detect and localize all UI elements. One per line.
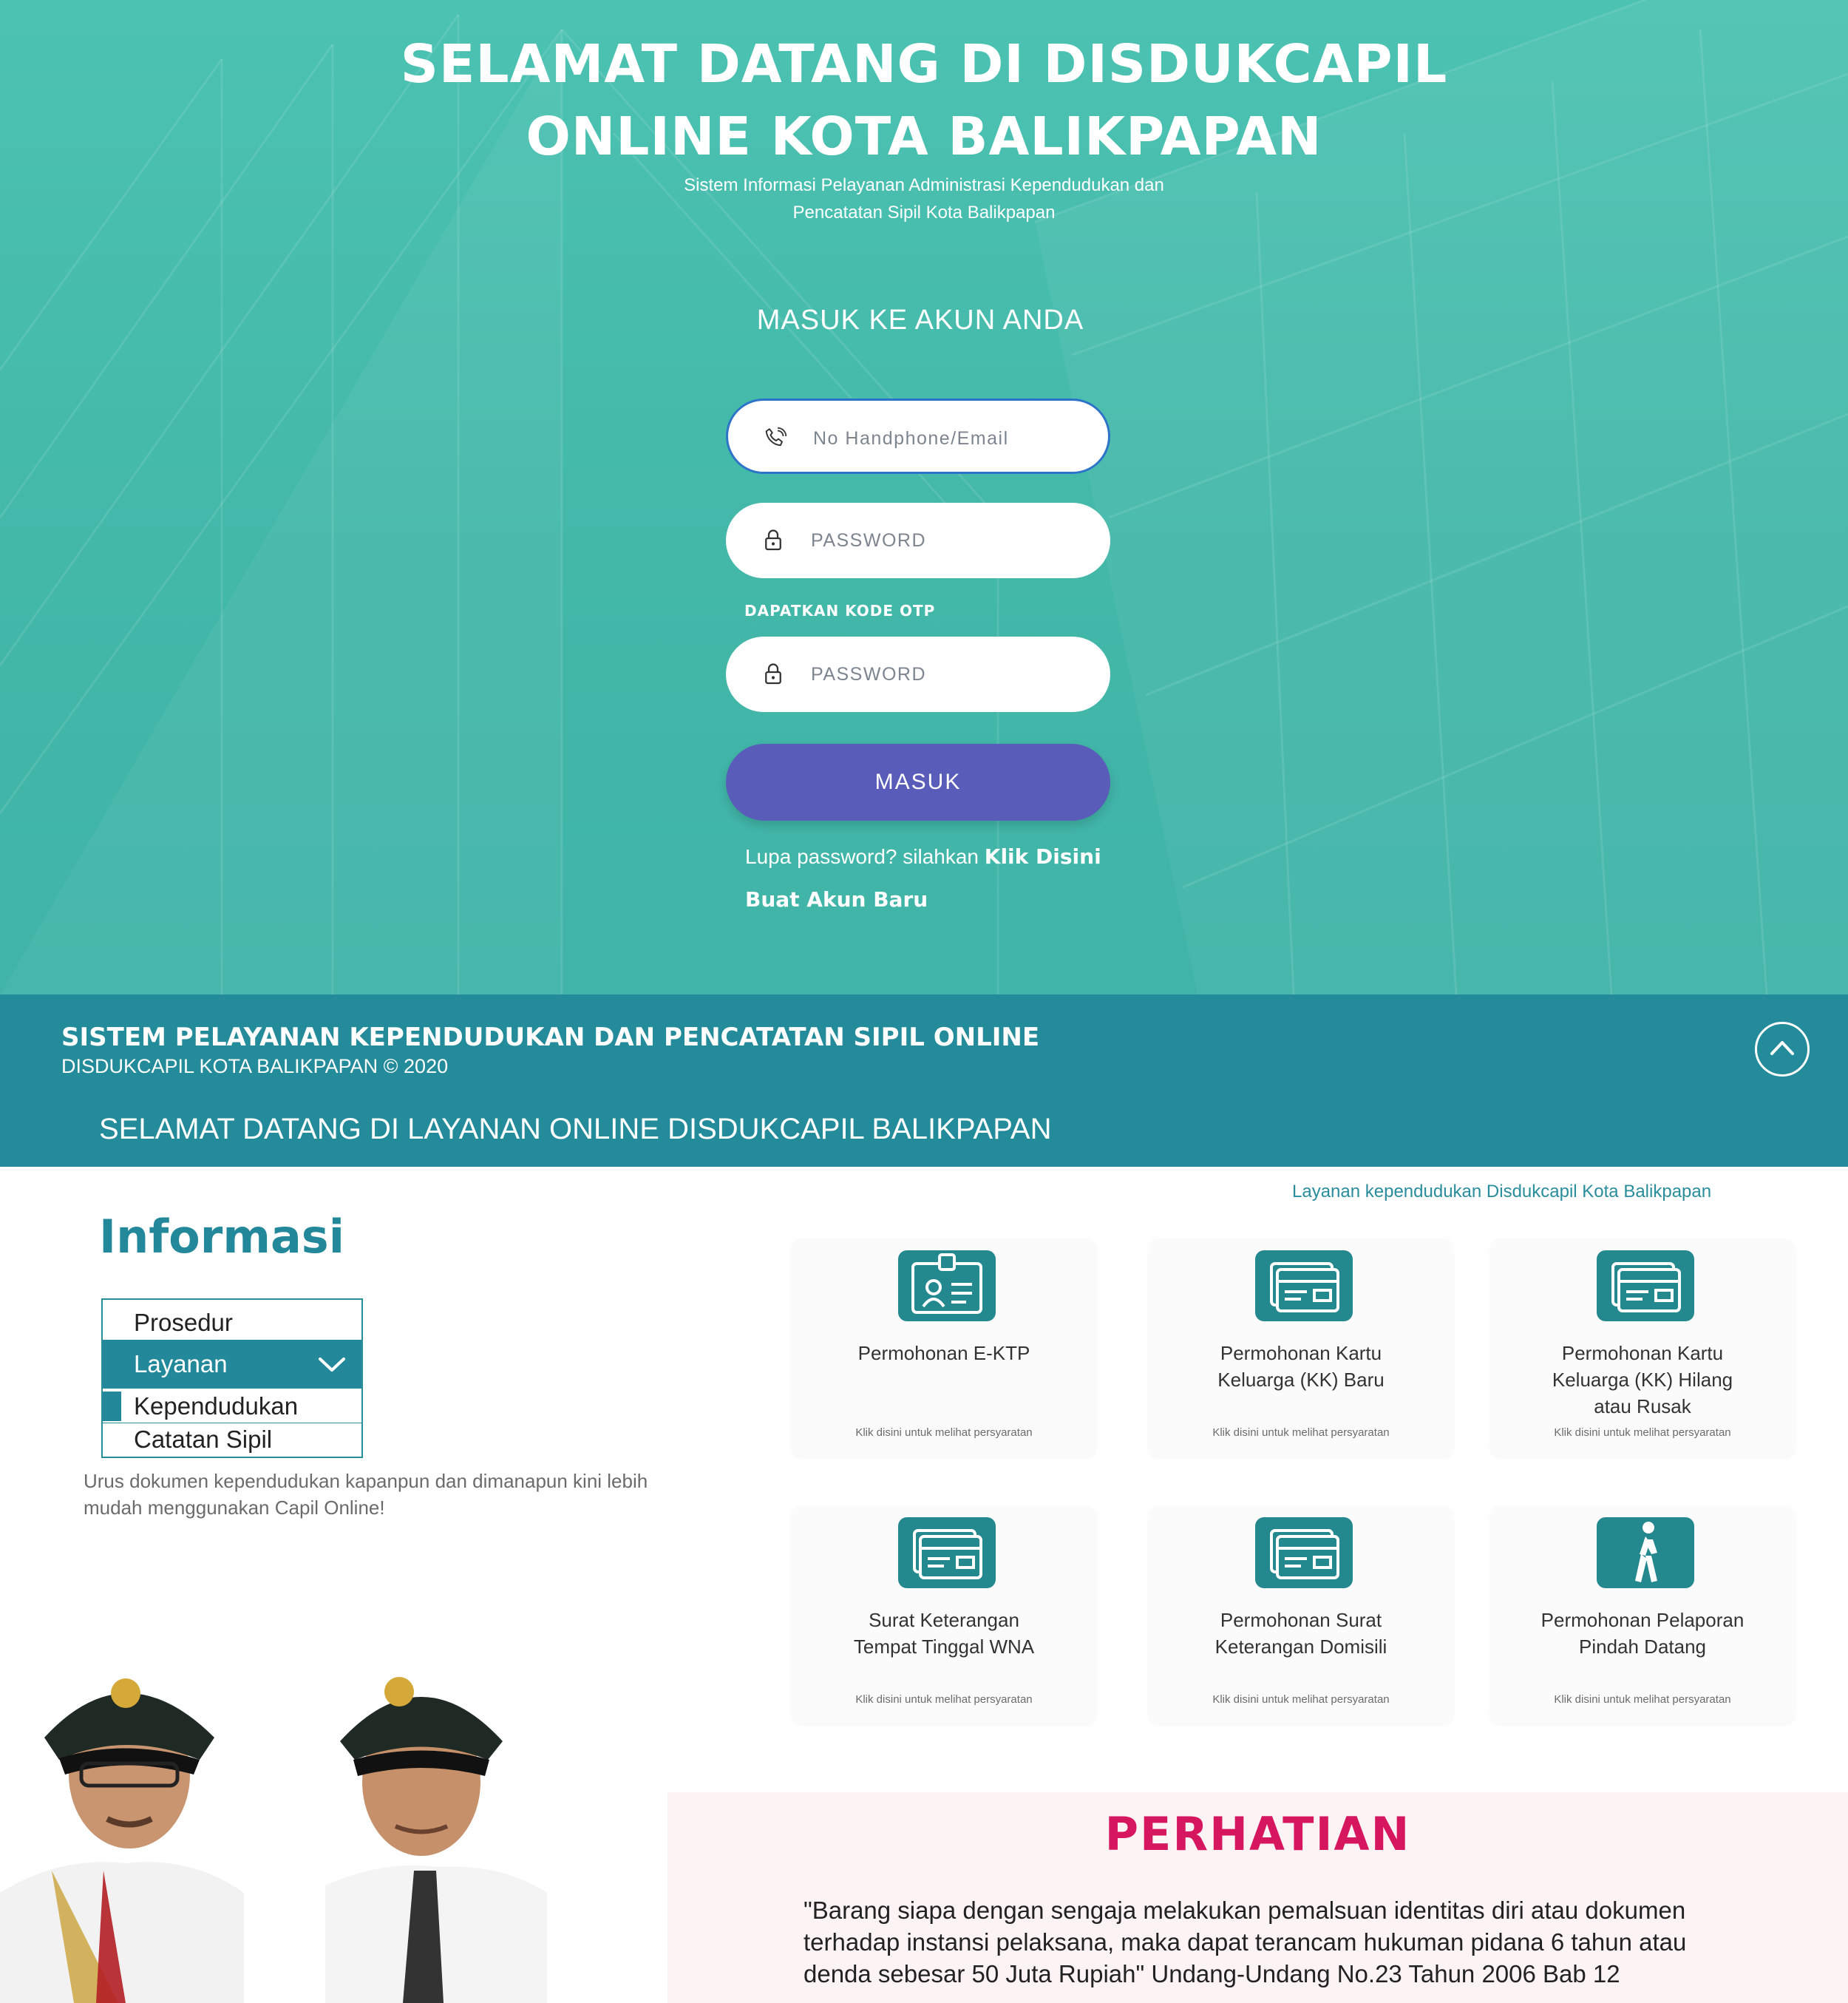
service-card-title-line-2: Tempat Tinggal WNA (853, 1636, 1035, 1658)
service-card-sktt-wna[interactable]: Surat Keterangan Tempat Tinggal WNA Klik… (792, 1505, 1096, 1724)
officials-photo (0, 1677, 547, 2003)
service-card-pindah-datang[interactable]: Permohonan Pelaporan Pindah Datang Klik … (1490, 1505, 1795, 1724)
menu-item-kependudukan[interactable]: Kependudukan (103, 1390, 361, 1423)
get-otp-link[interactable]: DAPATKAN KODE OTP (744, 602, 935, 620)
requirements-link[interactable]: Klik disini untuk melihat persyaratan (1490, 1426, 1795, 1439)
info-menu: Prosedur Layanan Kependudukan Catatan Si… (101, 1298, 363, 1458)
requirements-link[interactable]: Klik disini untuk melihat persyaratan (1490, 1693, 1795, 1706)
menu-item-prosedur[interactable]: Prosedur (103, 1303, 361, 1343)
official-1-figure (0, 1678, 244, 2003)
band-title: SISTEM PELAYANAN KEPENDUDUKAN DAN PENCAT… (61, 1023, 1040, 1052)
phone-email-placeholder: No Handphone/Email (813, 428, 1009, 449)
service-card-title-line-1: Permohonan Pelaporan (1540, 1609, 1745, 1631)
attention-text-line-1: "Barang siapa dengan sengaja melakukan p… (804, 1897, 1686, 1924)
requirements-link[interactable]: Klik disini untuk melihat persyaratan (792, 1693, 1096, 1706)
service-card-title-line-1: Permohonan Kartu (1220, 1342, 1382, 1364)
service-card-title: Permohonan Kartu Keluarga (KK) Hilang at… (1498, 1340, 1787, 1420)
service-card-title-line-2: Keluarga (KK) Baru (1217, 1369, 1385, 1391)
band-welcome-text: SELAMAT DATANG DI LAYANAN ONLINE DISDUKC… (99, 1113, 1052, 1145)
chevron-down-icon (319, 1358, 345, 1372)
login-heading: MASUK KE AKUN ANDA (756, 305, 1084, 336)
create-account-link[interactable]: Buat Akun Baru (745, 887, 928, 912)
service-card-title-line-2: Keterangan Domisili (1215, 1636, 1387, 1658)
service-card-ektp[interactable]: Permohonan E-KTP Klik disini untuk melih… (792, 1238, 1096, 1457)
menu-item-catatan-sipil[interactable]: Catatan Sipil (103, 1423, 361, 1456)
service-card-title-line-2: Pindah Datang (1578, 1636, 1707, 1658)
info-title: Informasi (99, 1210, 344, 1264)
band-copyright: DISDUKCAPIL KOTA BALIKPAPAN © 2020 (61, 1055, 449, 1077)
footer-band: SISTEM PELAYANAN KEPENDUDUKAN DAN PENCAT… (0, 994, 1848, 1167)
page-title-line-2: ONLINE KOTA BALIKPAPAN (526, 106, 1322, 167)
service-card-title: Permohonan E-KTP (799, 1340, 1089, 1366)
card-icon (1255, 1250, 1353, 1321)
info-description: Urus dokumen kependudukan kapanpun dan d… (84, 1470, 648, 1519)
service-card-title-line-1: Surat Keterangan (869, 1609, 1019, 1631)
card-icon (1255, 1517, 1353, 1588)
service-card-title: Permohonan Surat Keterangan Domisili (1156, 1607, 1446, 1660)
forgot-password-row: Lupa password? silahkan Klik Disini (745, 844, 1101, 869)
chevron-up-icon (1770, 1041, 1794, 1055)
password-field[interactable]: PASSWORD (726, 503, 1110, 578)
scroll-top-button[interactable] (1755, 1022, 1810, 1077)
id-card-icon (898, 1250, 996, 1321)
menu-item-layanan[interactable]: Layanan (103, 1340, 361, 1389)
service-card-title: Permohonan Pelaporan Pindah Datang (1498, 1607, 1787, 1660)
official-2-figure (325, 1677, 547, 2003)
walking-person-icon (1597, 1517, 1694, 1588)
service-card-title-line-3: atau Rusak (1594, 1395, 1691, 1417)
service-card-kk-baru[interactable]: Permohonan Kartu Keluarga (KK) Baru Klik… (1149, 1238, 1453, 1457)
menu-item-layanan-label: Layanan (134, 1350, 228, 1377)
page-subtitle-line-1: Sistem Informasi Pelayanan Administrasi … (684, 175, 1164, 195)
service-card-title-line-1: Permohonan Surat (1220, 1609, 1382, 1631)
requirements-link[interactable]: Klik disini untuk melihat persyaratan (1149, 1426, 1453, 1439)
service-card-title-line-1: Permohonan E-KTP (857, 1342, 1030, 1364)
card-icon (898, 1517, 996, 1588)
attention-text: "Barang siapa dengan sengaja melakukan p… (804, 1894, 1764, 1990)
page-title-line-1: SELAMAT DATANG DI DISDUKCAPIL (400, 33, 1448, 95)
page-subtitle-line-2: Pencatatan Sipil Kota Balikpapan (792, 203, 1056, 223)
otp-field[interactable]: PASSWORD (726, 637, 1110, 712)
service-card-title-line-1: Permohonan Kartu (1561, 1342, 1724, 1364)
lock-icon (765, 529, 781, 551)
service-card-title-line-2: Keluarga (KK) Hilang (1552, 1369, 1733, 1391)
service-card-kk-hilang[interactable]: Permohonan Kartu Keluarga (KK) Hilang at… (1490, 1238, 1795, 1457)
phone-email-field[interactable]: No Handphone/Email (726, 399, 1110, 474)
service-card-title: Surat Keterangan Tempat Tinggal WNA (799, 1607, 1089, 1660)
requirements-link[interactable]: Klik disini untuk melihat persyaratan (792, 1426, 1096, 1439)
page-subtitle: Sistem Informasi Pelayanan Administrasi … (0, 172, 1848, 226)
attention-notice: PERHATIAN "Barang siapa dengan sengaja m… (667, 1792, 1848, 2003)
otp-placeholder: PASSWORD (811, 664, 926, 685)
services-caption: Layanan kependudukan Disdukcapil Kota Ba… (1292, 1182, 1712, 1202)
card-icon (1597, 1250, 1694, 1321)
forgot-password-link[interactable]: Klik Disini (985, 844, 1101, 869)
service-card-domisili[interactable]: Permohonan Surat Keterangan Domisili Kli… (1149, 1505, 1453, 1724)
attention-text-line-2: terhadap instansi pelaksana, maka dapat … (804, 1928, 1687, 1956)
login-button[interactable]: MASUK (726, 744, 1110, 821)
password-placeholder: PASSWORD (811, 530, 926, 551)
attention-text-line-3: denda sebesar 50 Juta Rupiah" Undang-Und… (804, 1960, 1620, 1987)
hero-section: SELAMAT DATANG DI DISDUKCAPIL ONLINE KOT… (0, 0, 1848, 994)
page-title: SELAMAT DATANG DI DISDUKCAPIL ONLINE KOT… (0, 28, 1848, 173)
phone-icon (765, 427, 787, 447)
requirements-link[interactable]: Klik disini untuk melihat persyaratan (1149, 1693, 1453, 1706)
forgot-password-text: Lupa password? silahkan (745, 845, 979, 868)
service-card-title: Permohonan Kartu Keluarga (KK) Baru (1156, 1340, 1446, 1393)
lock-icon (765, 663, 781, 685)
attention-title: PERHATIAN (1104, 1807, 1411, 1861)
